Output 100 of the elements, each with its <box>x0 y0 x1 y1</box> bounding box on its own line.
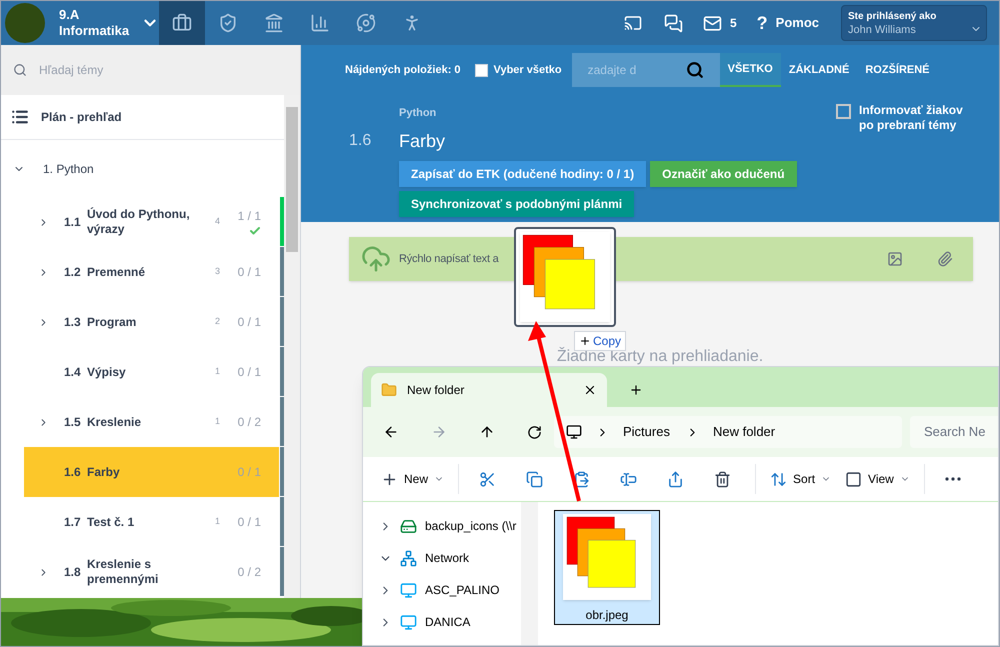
new-button[interactable]: New <box>381 463 444 495</box>
network-icon <box>400 550 417 566</box>
topic-number: 1.6 <box>64 464 82 481</box>
topic-item[interactable]: 1.7 Test č. 1 1 0 / 1 <box>24 497 279 547</box>
shield-check-icon <box>218 13 238 33</box>
card-count: 4 <box>215 215 222 228</box>
scrollbar-thumb[interactable] <box>286 107 298 252</box>
view-button[interactable]: View <box>845 463 910 495</box>
topic-item[interactable]: 1.5 Kreslenie 1 0 / 2 <box>24 397 279 447</box>
topic-item[interactable]: 1.3 Program 2 0 / 1 <box>24 297 279 347</box>
drive-icon <box>400 518 417 534</box>
card-count: 2 <box>215 315 222 328</box>
search-placeholder: Hľadaj témy <box>39 62 104 79</box>
close-icon[interactable] <box>583 383 597 397</box>
explorer-tab[interactable]: New folder <box>371 373 607 407</box>
action-button[interactable]: Synchronizovať s podobnými plánmi <box>399 190 634 216</box>
list-icon <box>11 108 29 126</box>
breadcrumb-item[interactable]: New folder <box>712 422 776 442</box>
sort-button[interactable]: Sort <box>770 463 832 495</box>
message-count: 5 <box>730 15 737 32</box>
class-avatar <box>5 3 45 43</box>
folder-icon <box>381 382 397 398</box>
topic-item[interactable]: 1.4 Výpisy 1 0 / 1 <box>24 347 279 397</box>
new-tab-icon[interactable] <box>629 383 643 397</box>
up-icon[interactable] <box>479 424 495 440</box>
topic-title: Premenné <box>87 264 146 280</box>
topic-progress: 0 / 1 <box>238 314 261 331</box>
cast-icon[interactable] <box>624 14 642 32</box>
breadcrumb-item[interactable]: Pictures <box>623 422 670 442</box>
select-all-label[interactable]: Vyber všetko <box>494 62 562 78</box>
topic-progress: 0 / 1 <box>238 364 261 381</box>
bar-chart-icon <box>310 13 330 33</box>
user-label: Ste prihlásený ako <box>848 10 938 22</box>
file-name: obr.jpeg <box>586 607 628 624</box>
nav-tab[interactable] <box>159 1 205 45</box>
briefcase-icon <box>172 13 192 33</box>
nav-item[interactable]: DANICA <box>363 606 521 638</box>
topic-number: 1.3 <box>64 314 82 331</box>
topic-progress: 1 / 1 <box>238 208 261 225</box>
orbit-icon <box>356 13 376 33</box>
topic-number: 1.1 <box>64 214 82 231</box>
filter-tab[interactable]: ROZŠÍRENÉ <box>857 53 938 87</box>
topic-title: Výpisy <box>87 364 127 380</box>
rename-icon <box>620 470 637 488</box>
topic-title: Farby <box>399 130 446 153</box>
help-glyph[interactable]: ? <box>756 10 768 36</box>
topic-title: Test č. 1 <box>87 514 136 530</box>
topic-number: 1.5 <box>64 414 82 431</box>
card-count: 1 <box>215 515 222 528</box>
share-icon <box>666 470 684 488</box>
help-link[interactable]: Pomoc <box>776 13 819 33</box>
notify-checkbox[interactable] <box>836 104 851 119</box>
image-icon[interactable] <box>887 251 903 267</box>
mail-icon[interactable] <box>702 14 722 32</box>
user-menu[interactable]: Ste prihlásený ako John Williams <box>841 5 987 41</box>
monitor-icon <box>400 582 417 598</box>
topic-title: Farby <box>87 464 121 480</box>
card-count: 3 <box>215 265 222 278</box>
topic-number: 1.4 <box>64 364 82 381</box>
scrollbar[interactable] <box>284 95 300 598</box>
filter-tab[interactable]: ZÁKLADNÉ <box>780 53 858 87</box>
found-count: Nájdených položiek: 0 <box>345 62 461 78</box>
parent-topic: Python <box>399 106 438 121</box>
nav-item[interactable]: Network <box>363 542 521 574</box>
nav-item[interactable]: ASC_PALINO <box>363 574 521 606</box>
sort-icon <box>770 470 788 488</box>
topic-title: Kreslenie s premennými <box>87 557 160 587</box>
topic-title: Kreslenie <box>87 414 142 430</box>
copy-icon <box>526 470 543 488</box>
topic-number: 1.2 <box>64 264 82 281</box>
topic-progress: 0 / 1 <box>238 264 261 281</box>
topic-progress: 0 / 1 <box>238 464 261 481</box>
paperclip-icon[interactable] <box>937 251 953 267</box>
explorer-search-field[interactable]: Search Ne <box>910 416 998 448</box>
subject-name: Informatika <box>59 23 130 39</box>
address-bar[interactable]: Pictures New folder <box>554 416 902 448</box>
cloud-upload-icon <box>361 244 391 274</box>
topic-item[interactable]: 1.2 Premenné 3 0 / 1 <box>24 247 279 297</box>
topic-number: 1.7 <box>64 514 82 531</box>
refresh-icon[interactable] <box>527 424 542 440</box>
group-row[interactable]: 1. Python <box>1 140 284 197</box>
topic-item[interactable]: 1.6 Farby 0 / 1 <box>24 447 279 497</box>
topic-progress: 0 / 2 <box>238 564 261 581</box>
view-icon <box>845 470 862 488</box>
monitor-icon <box>566 424 582 440</box>
forward-icon[interactable] <box>431 424 447 440</box>
topic-number: 1.6 <box>349 131 372 151</box>
user-name: John Williams <box>848 22 916 36</box>
cut-icon <box>478 470 496 488</box>
back-icon[interactable] <box>383 424 399 440</box>
search-icon <box>13 63 27 77</box>
filter-tab[interactable]: VŠETKO <box>720 53 781 87</box>
search-icon <box>686 61 704 79</box>
chat-icon[interactable] <box>664 14 683 32</box>
nav-item[interactable]: backup_icons (\\r <box>363 510 521 542</box>
select-all-checkbox[interactable] <box>474 64 488 76</box>
topic-title: Program <box>87 314 138 330</box>
topic-title: Úvod do Pythonu, výrazy <box>87 207 191 237</box>
notify-label[interactable]: Informovať žiakov po prebraní témy <box>859 103 977 133</box>
monitor-icon <box>400 614 417 630</box>
